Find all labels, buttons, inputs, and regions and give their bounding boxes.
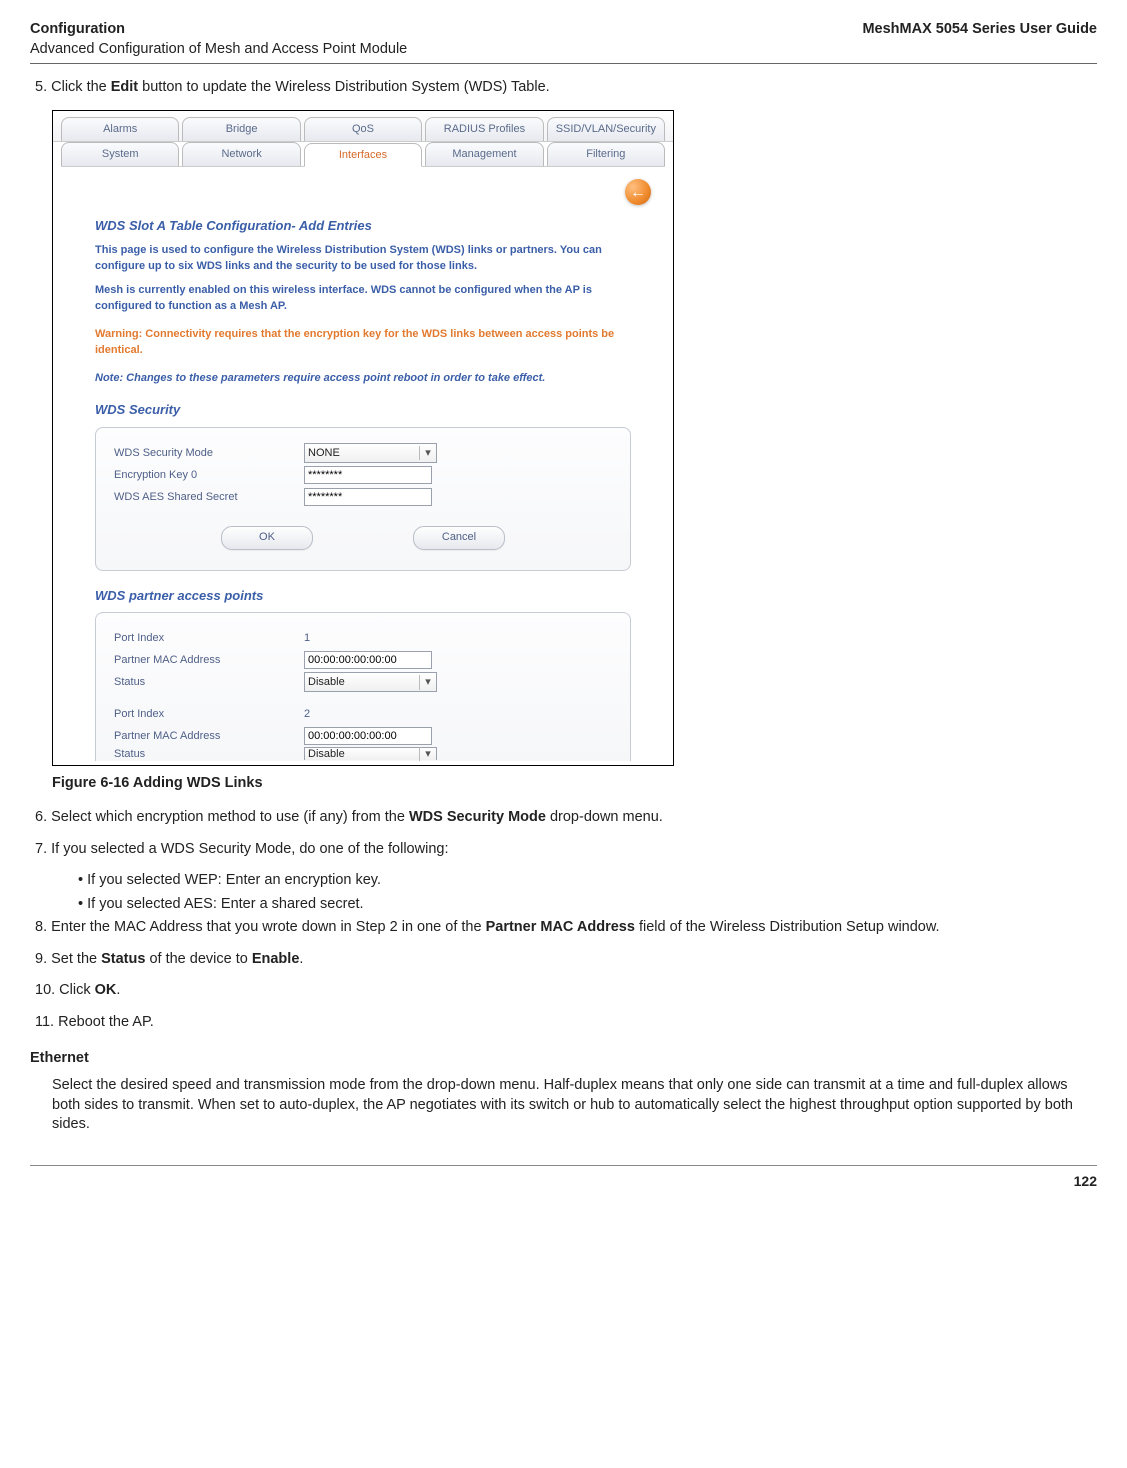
cancel-button[interactable]: Cancel [413, 526, 505, 550]
chevron-down-icon: ▾ [419, 747, 436, 761]
section-title-wds-partners: WDS partner access points [95, 587, 631, 605]
row-port-2-mac: Partner MAC Address [114, 725, 612, 747]
label-partner-mac-2: Partner MAC Address [114, 729, 304, 744]
note-text: Note: Changes to these parameters requir… [95, 371, 631, 386]
ok-button[interactable]: OK [221, 526, 313, 550]
wds-security-mode-value: NONE [308, 446, 340, 461]
step-7: 7. If you selected a WDS Security Mode, … [52, 840, 1097, 860]
step-6-text-b: drop-down menu. [546, 809, 663, 825]
label-security-mode: WDS Security Mode [114, 446, 304, 461]
partner-mac-1-input[interactable] [304, 651, 432, 669]
step-8: 8. Enter the MAC Address that you wrote … [52, 918, 1097, 938]
tab-radius-profiles[interactable]: RADIUS Profiles [425, 117, 543, 141]
label-port-index-1: Port Index [114, 631, 304, 646]
bold-status: Status [101, 951, 145, 967]
encryption-key-0-input[interactable] [304, 466, 432, 484]
warning-text: Warning: Connectivity requires that the … [95, 327, 631, 359]
value-port-index-1: 1 [304, 631, 612, 646]
bullet-wep: • If you selected WEP: Enter an encrypti… [92, 871, 1097, 891]
label-encryption-key: Encryption Key 0 [114, 468, 304, 483]
wds-aes-shared-secret-input[interactable] [304, 488, 432, 506]
row-security-mode: WDS Security Mode NONE ▾ [114, 442, 612, 464]
tab-network[interactable]: Network [182, 142, 300, 167]
footer-rule [30, 1165, 1097, 1166]
partner-mac-2-input[interactable] [304, 727, 432, 745]
step-9: 9. Set the Status of the device to Enabl… [52, 950, 1097, 970]
step-10-text-a: 10. Click [35, 982, 95, 998]
description-2: Mesh is currently enabled on this wirele… [95, 283, 631, 315]
label-status-1: Status [114, 675, 304, 690]
row-port-2-status: Status Disable ▾ [114, 747, 612, 761]
step-9-text-a: 9. Set the [35, 951, 101, 967]
tab-filtering[interactable]: Filtering [547, 142, 665, 167]
row-encryption-key: Encryption Key 0 [114, 464, 612, 486]
tab-bridge[interactable]: Bridge [182, 117, 300, 141]
label-port-index-2: Port Index [114, 707, 304, 722]
label-status-2: Status [114, 747, 304, 761]
back-arrow-icon: ← [630, 182, 646, 204]
page-number: 122 [30, 1172, 1097, 1191]
button-row: OK Cancel [114, 526, 612, 550]
chevron-down-icon: ▾ [419, 446, 436, 461]
row-port-1-status: Status Disable ▾ [114, 671, 612, 693]
wds-security-mode-select[interactable]: NONE ▾ [304, 443, 437, 463]
row-port-1-index: Port Index 1 [114, 627, 612, 649]
tab-interfaces[interactable]: Interfaces [304, 143, 422, 168]
tab-ssid-vlan-security[interactable]: SSID/VLAN/Security [547, 117, 665, 141]
step-5-text-b: button to update the Wireless Distributi… [138, 79, 550, 95]
status-2-select[interactable]: Disable ▾ [304, 747, 437, 760]
bold-wds-mode: WDS Security Mode [409, 809, 546, 825]
page-header: Configuration Advanced Configuration of … [30, 20, 1097, 59]
label-partner-mac-1: Partner MAC Address [114, 653, 304, 668]
label-aes-secret: WDS AES Shared Secret [114, 490, 304, 505]
screenshot-panel: Alarms Bridge QoS RADIUS Profiles SSID/V… [52, 110, 674, 767]
step-8-text-a: 8. Enter the MAC Address that you wrote … [35, 919, 486, 935]
step-5-text-a: 5. Click the [35, 79, 111, 95]
figure-caption: Figure 6-16 Adding WDS Links [52, 774, 1097, 794]
bold-partner-mac: Partner MAC Address [486, 919, 635, 935]
row-port-1-mac: Partner MAC Address [114, 649, 612, 671]
chevron-down-icon: ▾ [419, 675, 436, 690]
row-aes-secret: WDS AES Shared Secret [114, 486, 612, 508]
tab-management[interactable]: Management [425, 142, 543, 167]
step-6-text-a: 6. Select which encryption method to use… [35, 809, 409, 825]
step-9-text-b: of the device to [145, 951, 251, 967]
wds-security-panel: WDS Security Mode NONE ▾ Encryption Key … [95, 427, 631, 571]
header-title: Configuration [30, 20, 407, 40]
step-10-text-b: . [116, 982, 120, 998]
header-guide: MeshMAX 5054 Series User Guide [862, 20, 1097, 59]
tab-system[interactable]: System [61, 142, 179, 167]
tab-qos[interactable]: QoS [304, 117, 422, 141]
tab-row-2: System Network Interfaces Management Fil… [53, 142, 673, 167]
status-1-select[interactable]: Disable ▾ [304, 672, 437, 692]
step-11: 11. Reboot the AP. [52, 1013, 1097, 1033]
step-5: 5. Click the Edit button to update the W… [52, 78, 1097, 98]
screenshot-content: ← WDS Slot A Table Configuration- Add En… [53, 167, 673, 765]
section-title-add-entries: WDS Slot A Table Configuration- Add Entr… [95, 217, 631, 235]
header-rule [30, 63, 1097, 64]
value-port-index-2: 2 [304, 707, 612, 722]
status-2-value: Disable [308, 747, 345, 761]
bullet-aes: • If you selected AES: Enter a shared se… [92, 895, 1097, 915]
step-8-text-b: field of the Wireless Distribution Setup… [635, 919, 940, 935]
tab-alarms[interactable]: Alarms [61, 117, 179, 141]
bold-edit: Edit [111, 79, 138, 95]
header-subtitle: Advanced Configuration of Mesh and Acces… [30, 40, 407, 60]
step-6: 6. Select which encryption method to use… [52, 808, 1097, 828]
description-1: This page is used to configure the Wirel… [95, 243, 631, 275]
bold-enable: Enable [252, 951, 300, 967]
bold-ok: OK [95, 982, 117, 998]
wds-partners-panel: Port Index 1 Partner MAC Address Status … [95, 612, 631, 761]
row-port-2-index: Port Index 2 [114, 703, 612, 725]
back-button[interactable]: ← [625, 179, 651, 205]
ethernet-paragraph: Select the desired speed and transmissio… [52, 1076, 1097, 1135]
section-title-wds-security: WDS Security [95, 401, 631, 419]
ethernet-heading: Ethernet [30, 1049, 1097, 1069]
status-1-value: Disable [308, 675, 345, 690]
step-10: 10. Click OK. [52, 981, 1097, 1001]
tab-row-1: Alarms Bridge QoS RADIUS Profiles SSID/V… [53, 111, 673, 142]
step-9-text-c: . [299, 951, 303, 967]
